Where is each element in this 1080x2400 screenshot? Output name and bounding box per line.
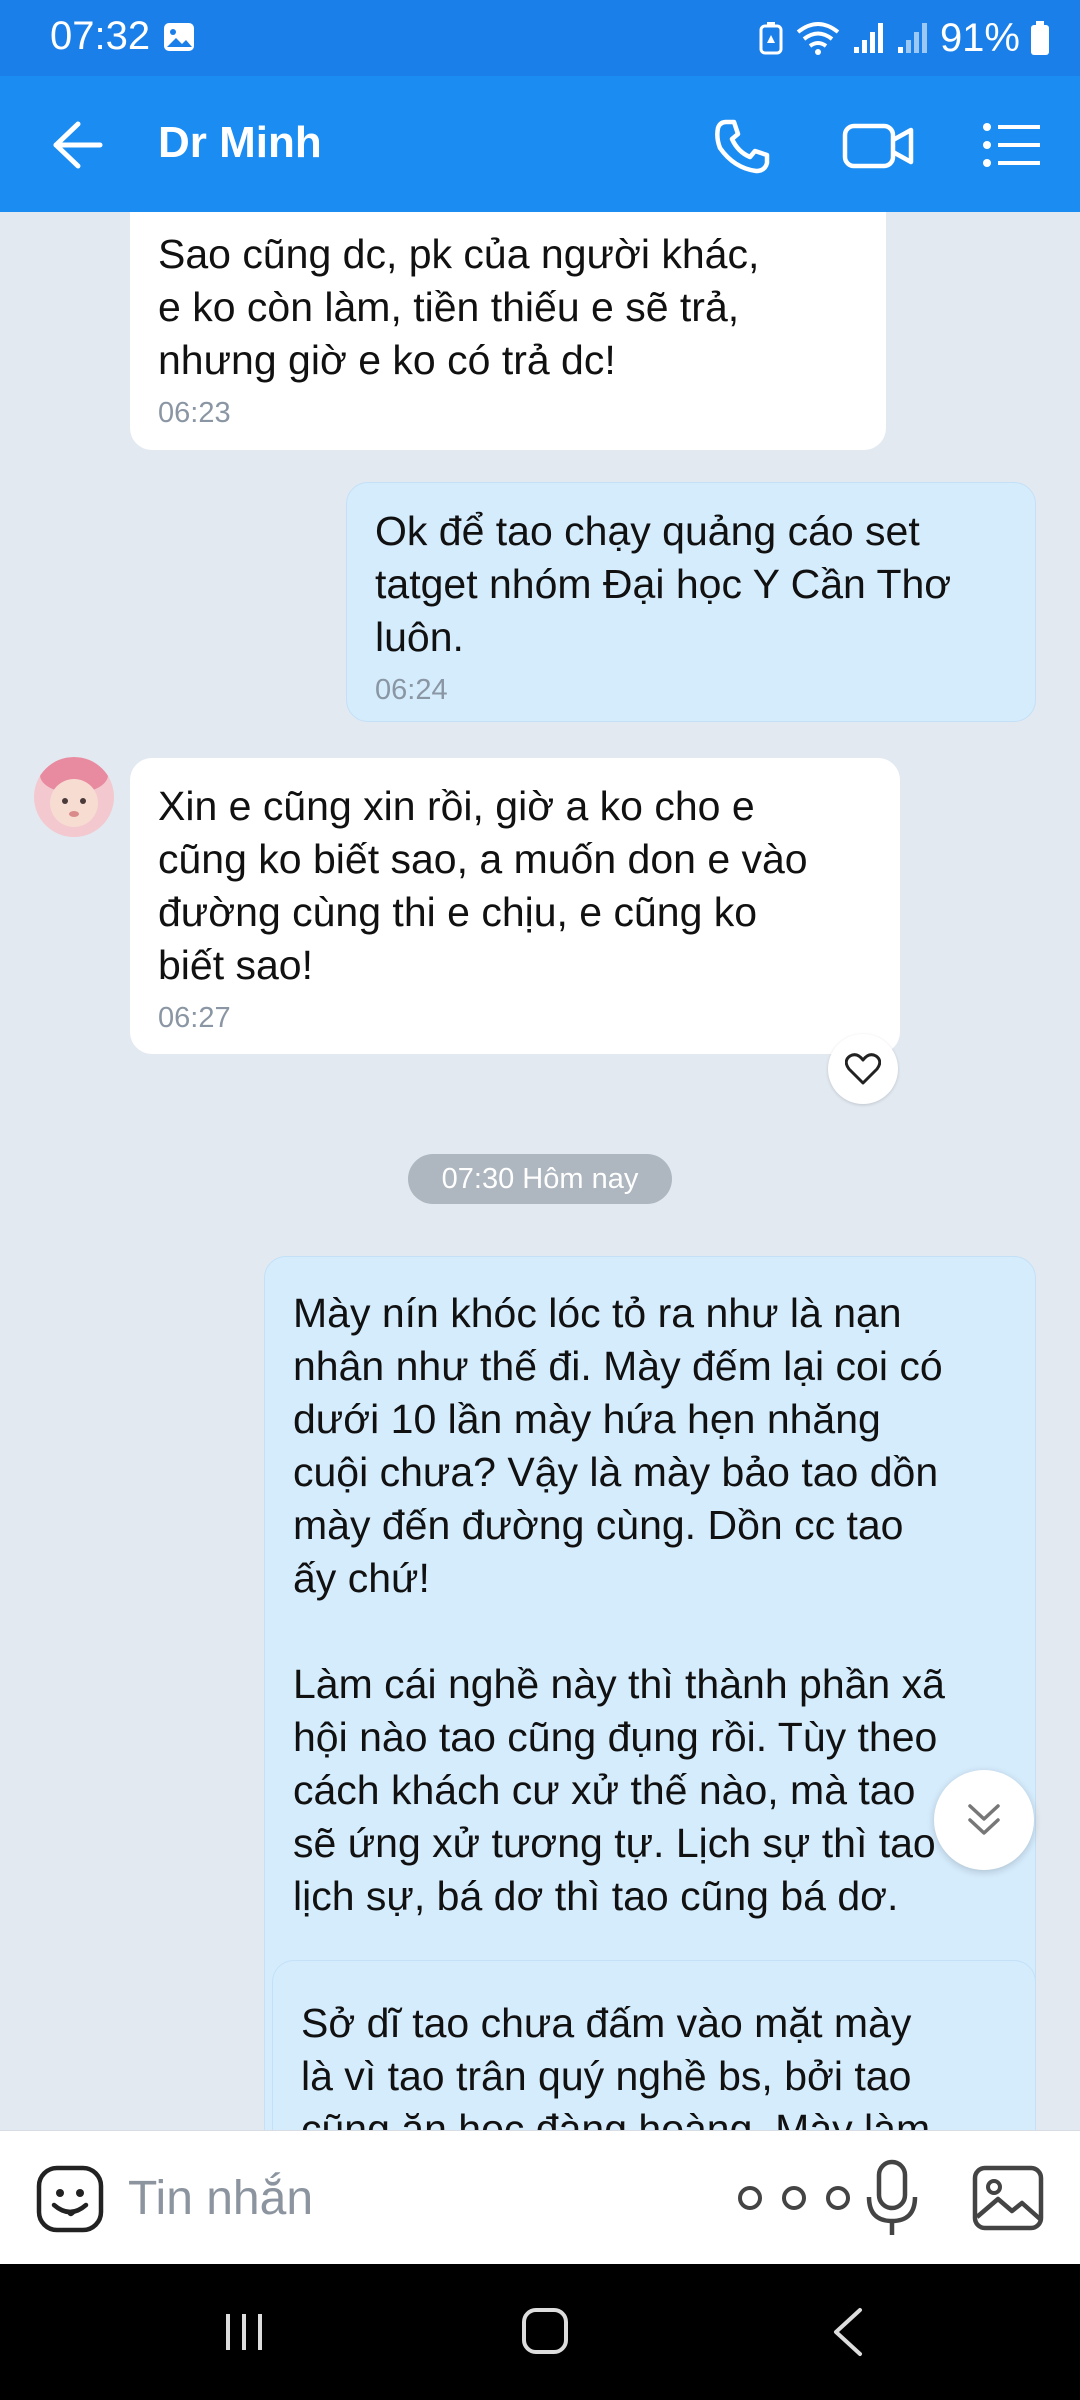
battery-percent: 91% bbox=[939, 15, 1020, 60]
signal-icon bbox=[897, 23, 927, 53]
message-text: Sở dĩ tao chưa đấm vào mặt mày là vì tao… bbox=[301, 2000, 931, 2130]
message-time: 06:24 bbox=[375, 674, 448, 706]
message-text: Ok để tao chạy quảng cáo set tatget nhóm… bbox=[375, 508, 952, 660]
wifi-icon bbox=[796, 22, 840, 55]
phone-icon[interactable] bbox=[712, 116, 772, 176]
gallery-icon bbox=[164, 23, 194, 51]
arrow-left-icon[interactable] bbox=[48, 120, 104, 170]
message-bubble-outgoing[interactable]: Ok để tao chạy quảng cáo set tatget nhóm… bbox=[346, 482, 1036, 722]
more-icon[interactable] bbox=[734, 2183, 854, 2213]
list-menu-icon[interactable] bbox=[982, 120, 1042, 170]
image-icon[interactable] bbox=[972, 2165, 1044, 2231]
video-call-icon[interactable] bbox=[842, 120, 914, 172]
message-bubble-incoming[interactable]: Xin e cũng xin rồi, giờ a ko cho e cũng … bbox=[130, 758, 900, 1054]
status-time: 07:32 bbox=[50, 14, 151, 58]
message-bubble-outgoing[interactable]: Sở dĩ tao chưa đấm vào mặt mày là vì tao… bbox=[272, 1960, 1036, 2130]
reaction-heart-button[interactable] bbox=[828, 1034, 898, 1104]
message-bubble-incoming[interactable]: Sao cũng dc, pk của người khác, e ko còn… bbox=[130, 212, 886, 450]
message-text: Sao cũng dc, pk của người khác, e ko còn… bbox=[158, 231, 760, 383]
message-text: Xin e cũng xin rồi, giờ a ko cho e cũng … bbox=[158, 783, 808, 988]
double-chevron-down-icon bbox=[968, 1804, 1000, 1835]
home-icon[interactable] bbox=[520, 2306, 570, 2356]
back-icon[interactable] bbox=[830, 2306, 866, 2358]
date-separator: 07:30 Hôm nay bbox=[408, 1154, 672, 1204]
contact-avatar[interactable] bbox=[34, 757, 114, 837]
battery-icon bbox=[1031, 21, 1049, 55]
status-icons: 91% bbox=[758, 14, 1050, 62]
chat-header: Dr Minh bbox=[0, 76, 1080, 212]
message-list[interactable]: Sao cũng dc, pk của người khác, e ko còn… bbox=[0, 212, 1080, 2130]
contact-name[interactable]: Dr Minh bbox=[158, 118, 322, 168]
message-text: Mày nín khóc lóc tỏ ra như là nạn nhân n… bbox=[293, 1290, 945, 1919]
status-bar: 07:32 91% bbox=[0, 0, 1080, 76]
message-input[interactable]: Tin nhắn bbox=[128, 2171, 313, 2226]
recent-apps-icon[interactable] bbox=[220, 2308, 268, 2356]
scroll-to-bottom-button[interactable] bbox=[934, 1770, 1034, 1870]
battery-saver-icon bbox=[759, 22, 783, 55]
sticker-icon[interactable] bbox=[36, 2165, 104, 2233]
microphone-icon[interactable] bbox=[864, 2159, 920, 2239]
message-input-bar: Tin nhắn bbox=[0, 2130, 1080, 2265]
signal-icon bbox=[853, 23, 883, 53]
system-navigation-bar bbox=[0, 2264, 1080, 2400]
message-time: 06:23 bbox=[158, 397, 231, 429]
heart-icon bbox=[845, 1053, 881, 1085]
message-time: 06:27 bbox=[158, 1002, 231, 1034]
